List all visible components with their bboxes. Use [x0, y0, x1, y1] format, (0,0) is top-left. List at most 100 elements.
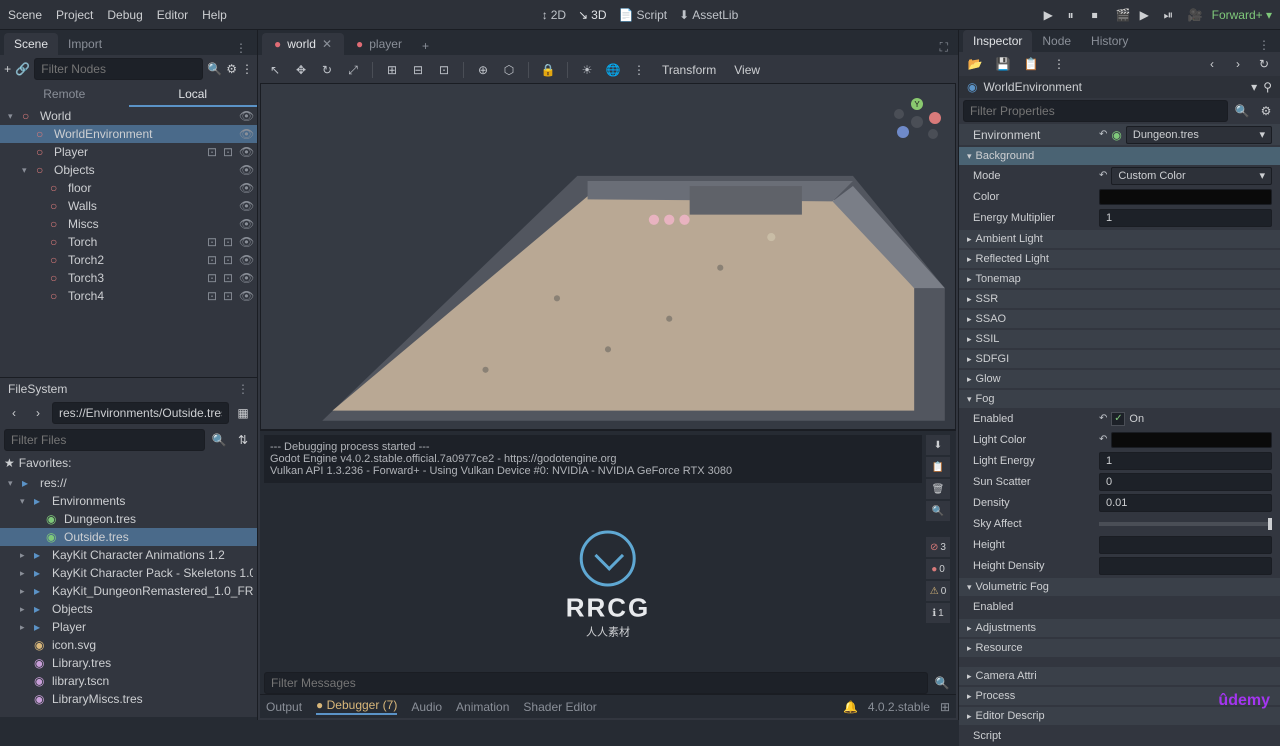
fs-grid-icon[interactable]: ▦ — [233, 403, 253, 423]
filter-properties-input[interactable] — [963, 100, 1228, 122]
insp-copy-icon[interactable]: 📋 — [1021, 54, 1041, 74]
section-sdfgi[interactable]: ▸SDFGI — [959, 350, 1280, 368]
close-tab-icon[interactable]: ✕ — [322, 37, 332, 51]
section-glow[interactable]: ▸Glow — [959, 370, 1280, 388]
section-reflected-light[interactable]: ▸Reflected Light — [959, 250, 1280, 268]
tab-import[interactable]: Import — [58, 33, 112, 55]
console-copy[interactable]: 📋 — [926, 457, 950, 477]
menu-project[interactable]: Project — [56, 8, 93, 22]
scene-tree[interactable]: ▾○World👁○WorldEnvironment👁○Player⊡⊡👁▾○Ob… — [0, 107, 257, 305]
section-fog[interactable]: ▾Fog — [959, 390, 1280, 408]
snap2-icon[interactable]: ⊟ — [409, 61, 427, 79]
filter-files-input[interactable] — [4, 429, 205, 451]
mode-3d-button[interactable]: ↘ 3D — [578, 8, 606, 22]
move-tool-icon[interactable]: ✥ — [292, 61, 310, 79]
fs-item[interactable]: ▾▸res:// — [0, 474, 257, 492]
scale-tool-icon[interactable]: ⤢ — [344, 61, 362, 79]
scene-node-walls[interactable]: ○Walls👁 — [0, 197, 257, 215]
scene-node-torch[interactable]: ○Torch⊡⊡👁 — [0, 233, 257, 251]
scene-node-worldenvironment[interactable]: ○WorldEnvironment👁 — [0, 125, 257, 143]
fs-item[interactable]: ◉library.tscn — [0, 672, 257, 690]
insp-dock-menu[interactable]: ⋮ — [1252, 38, 1276, 52]
menu-debug[interactable]: Debug — [107, 8, 142, 22]
menu-editor[interactable]: Editor — [157, 8, 188, 22]
scene-node-player[interactable]: ○Player⊡⊡👁 — [0, 143, 257, 161]
console-tool1[interactable]: ⬇ — [926, 435, 950, 455]
section-adjustments[interactable]: ▸Adjustments — [959, 619, 1280, 637]
insp-back-icon[interactable]: ‹ — [1202, 54, 1222, 74]
axis-gizmo[interactable]: Y — [889, 94, 945, 150]
link-icon[interactable]: 🔗 — [15, 59, 30, 79]
section-ssao[interactable]: ▸SSAO — [959, 310, 1280, 328]
menu-scene[interactable]: Scene — [8, 8, 42, 22]
console-clear[interactable]: 🗑 — [926, 479, 950, 499]
local-icon[interactable]: ⊕ — [474, 61, 492, 79]
fs-item[interactable]: ▸▸Player — [0, 618, 257, 636]
snap3-icon[interactable]: ⊡ — [435, 61, 453, 79]
fs-item[interactable]: ◉Library.tres — [0, 654, 257, 672]
insp-search-icon[interactable]: 🔍 — [1232, 101, 1252, 121]
tab-inspector[interactable]: Inspector — [963, 30, 1032, 52]
remote-icon[interactable]: 🎬 — [1116, 8, 1130, 22]
dock-menu-icon[interactable]: ⋮ — [229, 41, 253, 55]
tab-history[interactable]: History — [1081, 30, 1138, 52]
add-node-button[interactable]: + — [4, 59, 11, 79]
info-count[interactable]: ℹ 1 — [926, 603, 950, 623]
notifications-icon[interactable]: 🔔 — [843, 700, 858, 714]
tab-audio[interactable]: Audio — [411, 700, 442, 714]
tab-node[interactable]: Node — [1032, 30, 1081, 52]
section-ssr[interactable]: ▸SSR — [959, 290, 1280, 308]
section-camera-attributes[interactable]: ▸Camera Attri — [959, 667, 1280, 685]
section-ambient-light[interactable]: ▸Ambient Light — [959, 230, 1280, 248]
fs-item[interactable]: ▸▸Objects — [0, 600, 257, 618]
filter-nodes-input[interactable] — [34, 58, 203, 80]
section-background[interactable]: ▾Background — [959, 147, 1280, 165]
snap1-icon[interactable]: ⊞ — [383, 61, 401, 79]
stop-icon[interactable]: ⏹ — [1092, 8, 1106, 22]
scene-node-torch2[interactable]: ○Torch2⊡⊡👁 — [0, 251, 257, 269]
sun-icon[interactable]: ☀ — [578, 61, 596, 79]
section-resource[interactable]: ▸Resource — [959, 639, 1280, 657]
fs-path-input[interactable] — [52, 402, 229, 424]
menu-help[interactable]: Help — [202, 8, 227, 22]
fs-item[interactable]: ▸▸KayKit Character Pack - Skeletons 1.0 — [0, 564, 257, 582]
filter-search-icon[interactable]: 🔍 — [932, 673, 952, 693]
insp-open-icon[interactable]: 📂 — [965, 54, 985, 74]
pause-icon[interactable]: ⏸ — [1068, 8, 1082, 22]
renderer-dropdown[interactable]: Forward+ ▾ — [1212, 8, 1272, 22]
tab-scene[interactable]: Scene — [4, 33, 58, 55]
scene-tab-world[interactable]: ●world✕ — [262, 33, 344, 55]
fs-item[interactable]: ◉LibraryMiscs.tres — [0, 690, 257, 708]
insp-fwd-icon[interactable]: › — [1228, 54, 1248, 74]
tab-local[interactable]: Local — [129, 83, 258, 107]
scene-node-world[interactable]: ▾○World👁 — [0, 107, 257, 125]
object-dropdown-icon[interactable]: ▾ — [1251, 80, 1257, 94]
play-scene-icon[interactable]: ▶ — [1140, 8, 1154, 22]
view-menu[interactable]: View — [734, 63, 760, 77]
insp-tools-icon[interactable]: ⚙ — [1256, 101, 1276, 121]
insp-save-icon[interactable]: 💾 — [993, 54, 1013, 74]
revert-icon[interactable]: ↶ — [1099, 129, 1107, 140]
error-count[interactable]: ⊘ 3 — [926, 537, 950, 557]
fs-item[interactable]: ▸▸KayKit_DungeonRemastered_1.0_FREE — [0, 582, 257, 600]
fs-item[interactable]: ◉Dungeon.tres — [0, 510, 257, 528]
scene-node-miscs[interactable]: ○Miscs👁 — [0, 215, 257, 233]
env-resource-dropdown[interactable]: Dungeon.tres▾ — [1126, 126, 1272, 144]
tab-output[interactable]: Output — [266, 700, 302, 714]
group-icon[interactable]: ⬡ — [500, 61, 518, 79]
search-icon[interactable]: 🔍 — [207, 59, 222, 79]
select-tool-icon[interactable]: ↖ — [266, 61, 284, 79]
tab-remote[interactable]: Remote — [0, 83, 129, 107]
fs-sort-icon[interactable]: ⇅ — [233, 430, 253, 450]
fs-item[interactable]: ▸▸KayKit Character Animations 1.2 — [0, 546, 257, 564]
insp-more-icon[interactable]: ⋮ — [1049, 54, 1069, 74]
tab-debugger[interactable]: ● Debugger (7) — [316, 698, 397, 715]
section-volumetric-fog[interactable]: ▾Volumetric Fog — [959, 578, 1280, 596]
fs-item[interactable]: ◉Outside.tres — [0, 528, 257, 546]
scene-node-floor[interactable]: ○floor👁 — [0, 179, 257, 197]
fs-search-icon[interactable]: 🔍 — [209, 430, 229, 450]
fs-back-button[interactable]: ‹ — [4, 403, 24, 423]
distraction-free-icon[interactable]: ⛶ — [940, 40, 948, 55]
add-scene-tab[interactable]: + — [414, 37, 437, 55]
insp-history-icon[interactable]: ↻ — [1254, 54, 1274, 74]
